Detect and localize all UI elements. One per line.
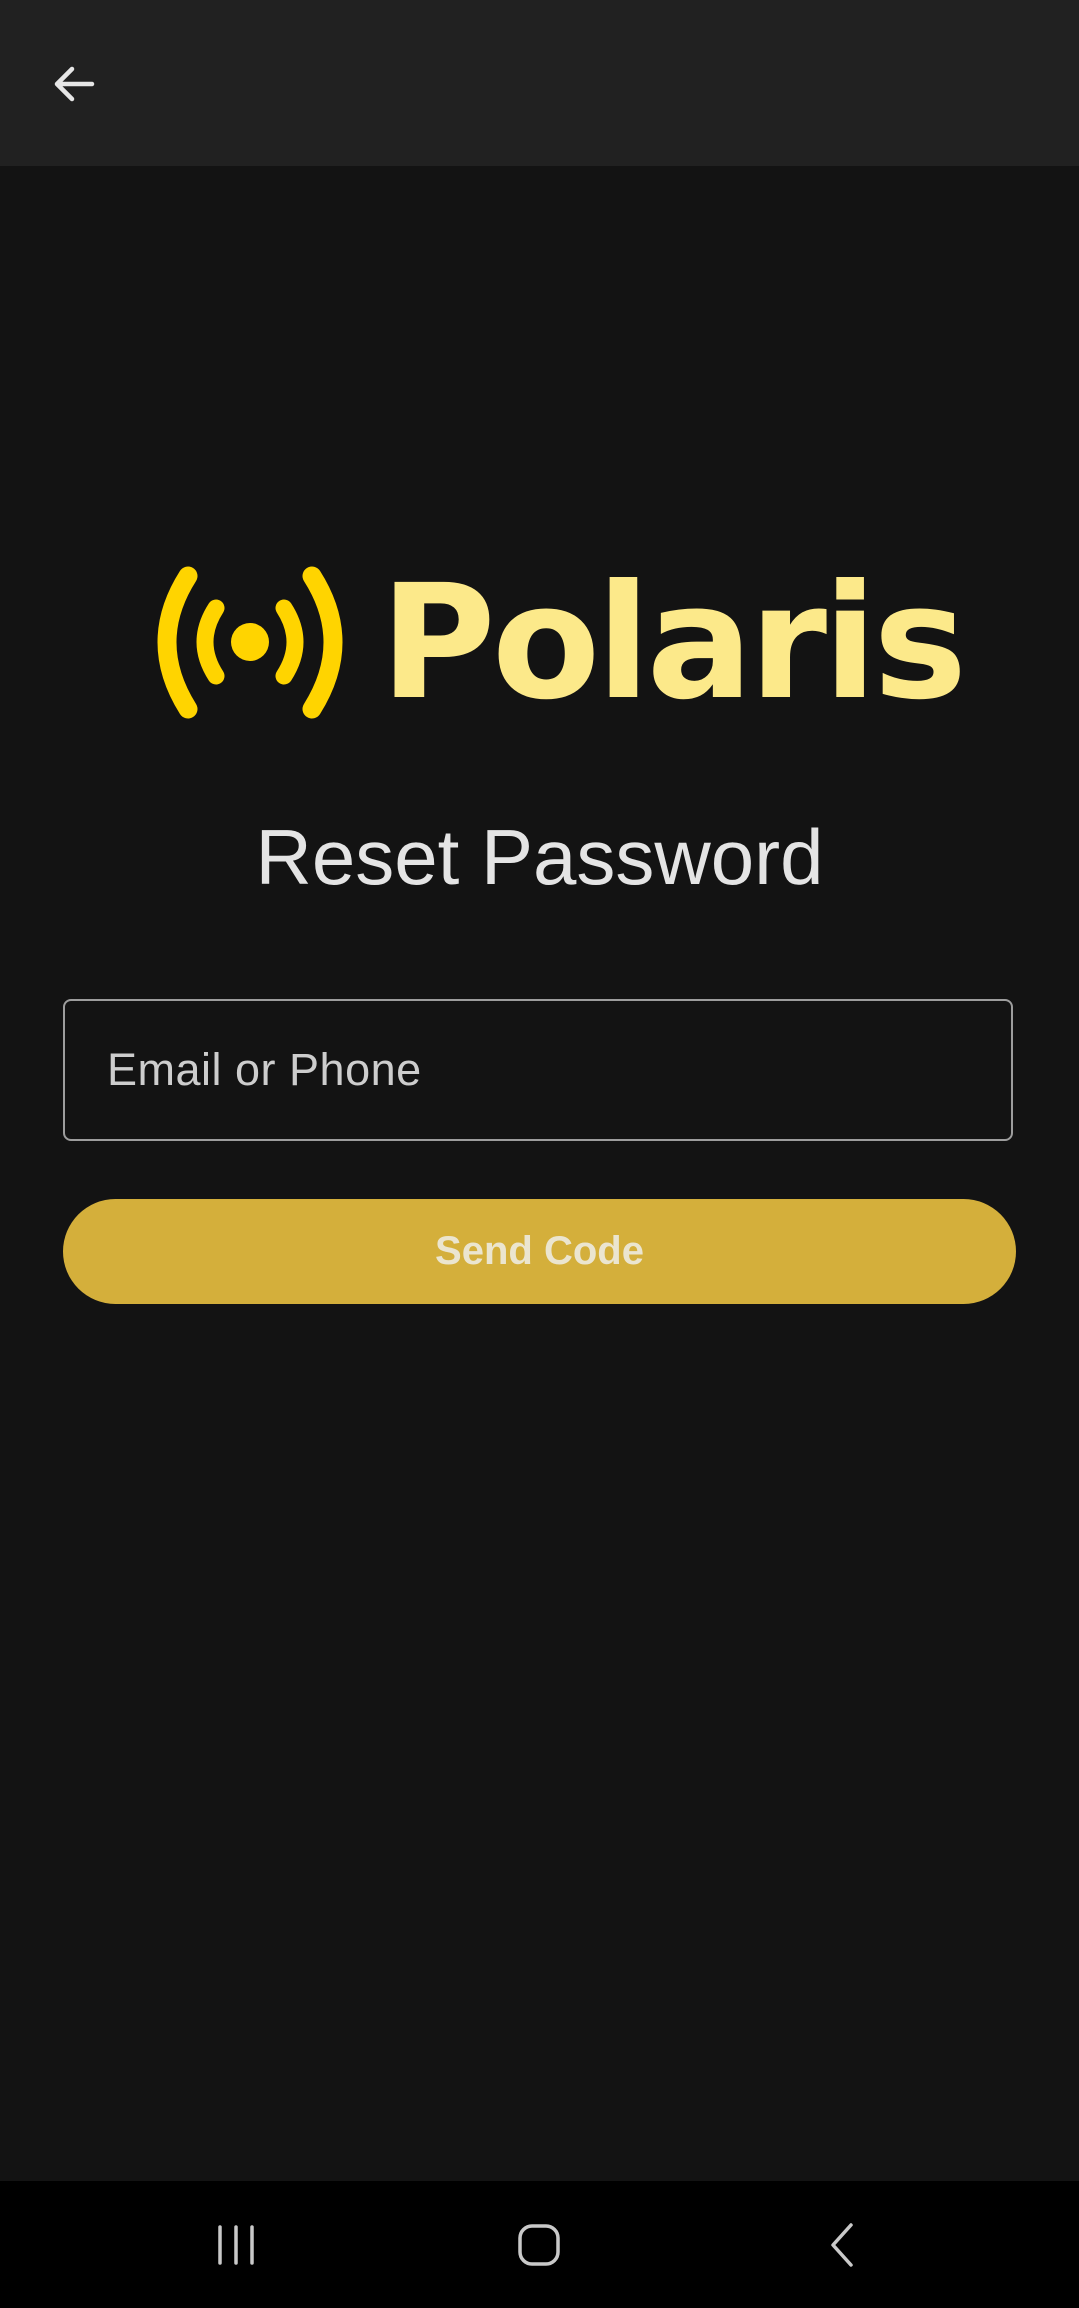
system-back-button[interactable] xyxy=(772,2181,912,2308)
app-bar xyxy=(0,0,1079,166)
email-or-phone-field[interactable]: Email or Phone xyxy=(63,999,1013,1141)
reset-password-screen: Polaris Reset Password Email or Phone Se… xyxy=(0,0,1079,2308)
recents-icon xyxy=(218,2224,254,2265)
system-navigation-bar xyxy=(0,2181,1079,2308)
page-title: Reset Password xyxy=(255,813,824,901)
arrow-left-icon xyxy=(54,66,95,102)
broadcast-signal-icon xyxy=(157,566,343,719)
home-button[interactable] xyxy=(469,2181,609,2308)
recents-button[interactable] xyxy=(166,2181,306,2308)
logo-wordmark: Polaris xyxy=(380,550,967,735)
back-button[interactable] xyxy=(36,46,112,122)
email-or-phone-placeholder: Email or Phone xyxy=(107,1043,422,1095)
send-code-button[interactable]: Send Code xyxy=(63,1199,1016,1304)
send-code-label: Send Code xyxy=(435,1229,644,1273)
polaris-logo: Polaris xyxy=(150,560,967,725)
home-icon xyxy=(518,2223,560,2266)
back-chevron-icon xyxy=(831,2222,853,2267)
